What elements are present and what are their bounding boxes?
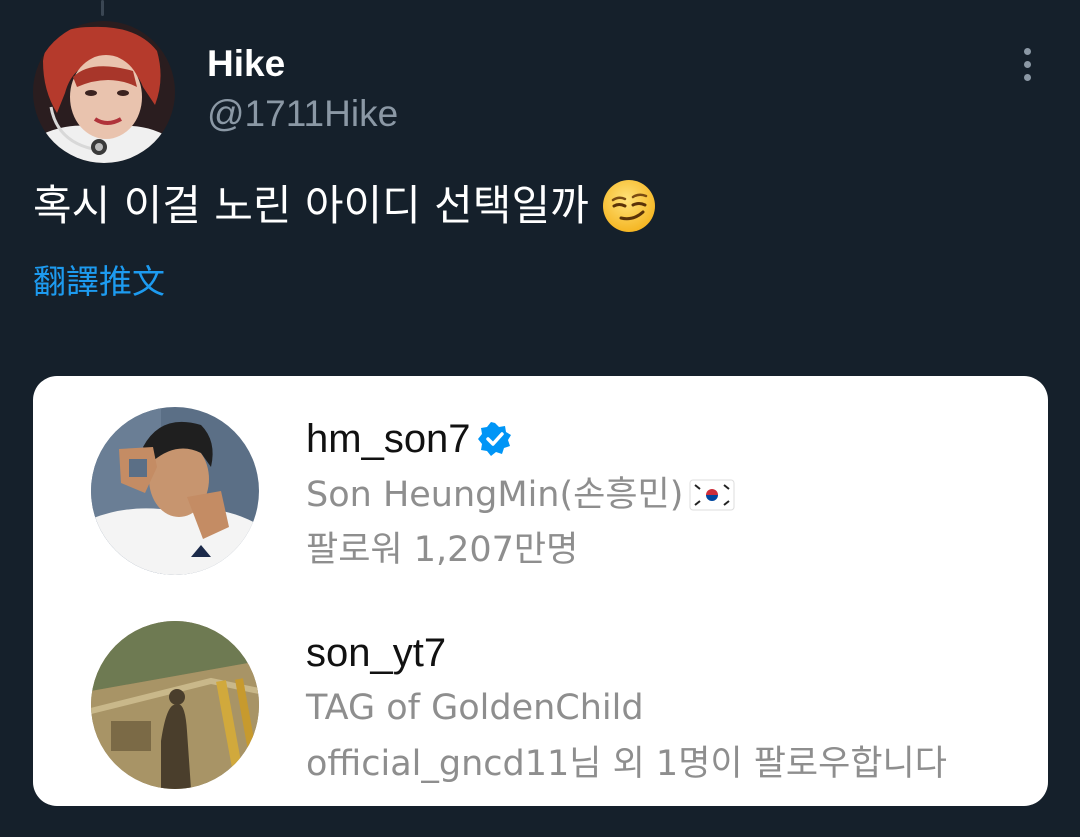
more-options-icon-dot: [1023, 73, 1031, 81]
author-display-name[interactable]: Hike: [207, 42, 285, 86]
account-avatar-son-yt7: [91, 621, 259, 789]
more-options-icon-dot: [1023, 60, 1031, 68]
smirking-face-emoji-icon: [602, 180, 655, 232]
account-username-son-yt7: son_yt7: [306, 631, 447, 675]
author-avatar[interactable]: [33, 21, 175, 163]
thread-connector-line: [101, 0, 104, 16]
account-fullname-hm-son7: Son HeungMin(손흥민): [306, 473, 735, 517]
south-korea-flag-icon: [689, 479, 735, 511]
account-fullname-son-yt7: TAG of GoldenChild: [306, 688, 644, 728]
tweet-image-card[interactable]: hm_son7 Son HeungMin(손흥민) 팔로워 1,207만명 so…: [33, 376, 1048, 806]
account-fullname-text: Son HeungMin(손흥민): [306, 475, 684, 515]
verified-badge-icon: [477, 422, 511, 456]
account-avatar-hm-son7: [91, 407, 259, 575]
account-username-text: hm_son7: [306, 417, 471, 461]
translate-tweet-link[interactable]: 翻譯推文: [33, 262, 165, 302]
tweet-text-content: 혹시 이걸 노린 아이디 선택일까: [33, 181, 589, 230]
more-options-icon: [1023, 47, 1031, 55]
account-mutual-followers-son-yt7: official_gncd11님 외 1명이 팔로우합니다: [306, 744, 947, 784]
account-username-hm-son7: hm_son7: [306, 416, 513, 462]
account-followers-hm-son7: 팔로워 1,207만명: [306, 530, 579, 570]
tweet-text: 혹시 이걸 노린 아이디 선택일까: [33, 178, 657, 234]
author-handle[interactable]: @1711Hike: [207, 92, 398, 136]
more-options-button[interactable]: [1012, 44, 1042, 84]
